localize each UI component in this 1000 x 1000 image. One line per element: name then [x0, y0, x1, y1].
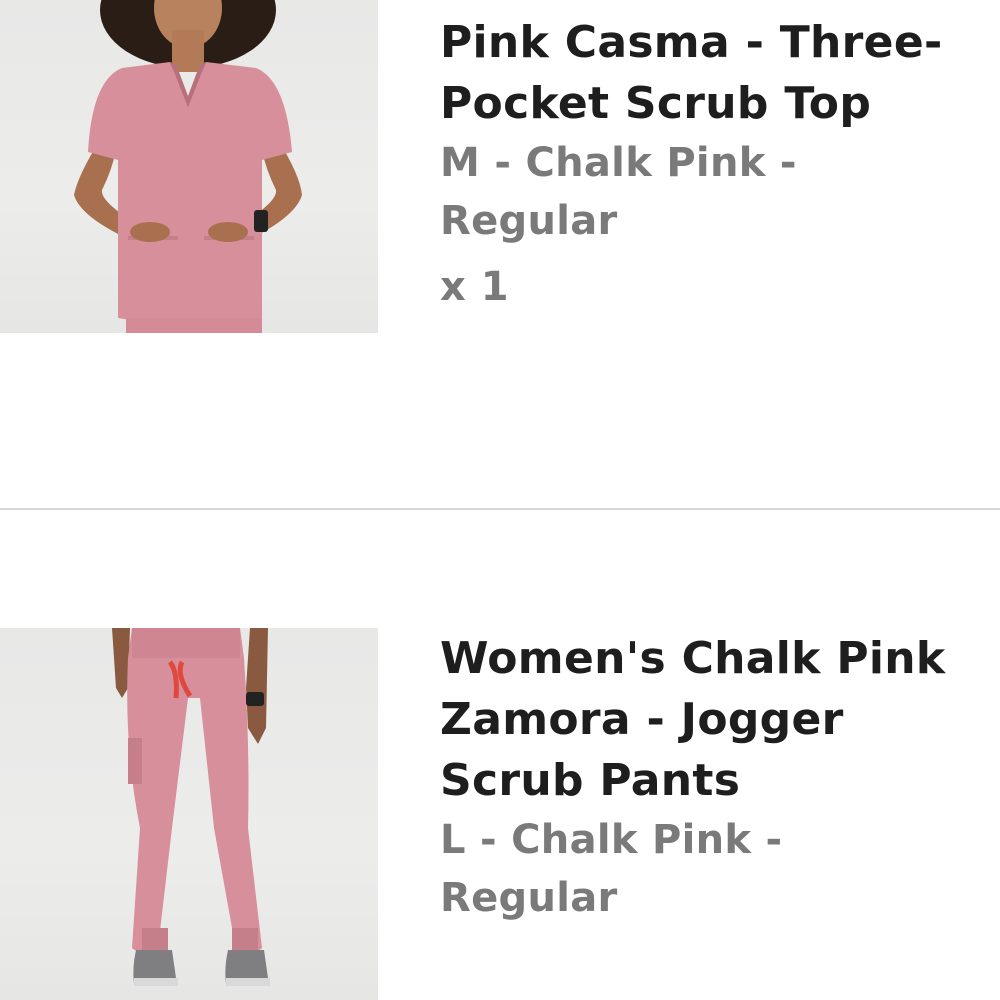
scrub-top-photo: [74, 0, 302, 333]
product-image[interactable]: [0, 0, 378, 333]
product-title[interactable]: Women's Chalk Pink Zamora - Jogger Scrub…: [440, 628, 980, 811]
product-quantity: x 1: [440, 264, 510, 310]
product-title[interactable]: Pink Casma - Three-Pocket Scrub Top: [440, 12, 980, 134]
item-details: Pink Casma - Three-Pocket Scrub Top M - …: [440, 12, 980, 316]
cart-item: Pink Casma - Three-Pocket Scrub Top M - …: [0, 0, 1000, 508]
product-variant: M - Chalk Pink - Regular: [440, 140, 797, 244]
item-details: Women's Chalk Pink Zamora - Jogger Scrub…: [440, 628, 980, 927]
product-image[interactable]: [0, 628, 378, 1000]
product-variant: L - Chalk Pink - Regular: [440, 817, 783, 921]
jogger-pants-photo: [112, 628, 270, 986]
cart-item: Women's Chalk Pink Zamora - Jogger Scrub…: [0, 510, 1000, 1000]
